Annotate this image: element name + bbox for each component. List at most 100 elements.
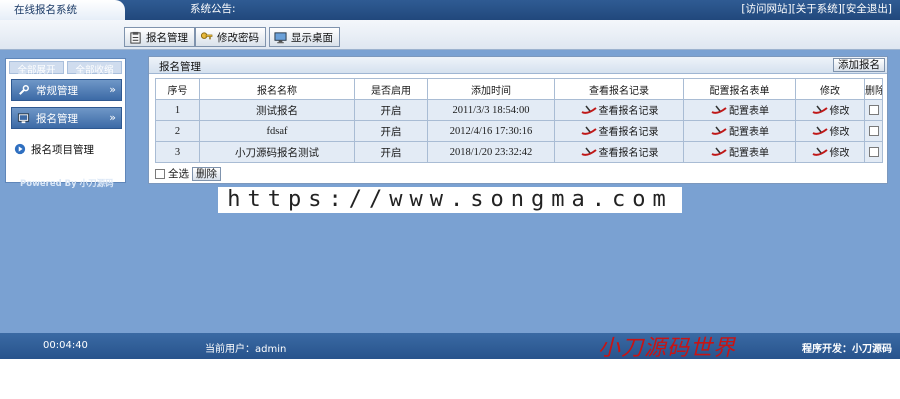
- expand-all-button[interactable]: 全部展开: [9, 61, 64, 76]
- registration-table: 序号 报名名称 是否启用 添加时间 查看报名记录 配置报名表单 修改 删除 1 …: [155, 78, 883, 163]
- play-circle-icon: [14, 143, 26, 155]
- sidebar-item-project-manage[interactable]: 报名项目管理: [6, 138, 125, 160]
- pen-icon: [811, 126, 828, 136]
- sidebar-top-buttons: 全部展开 全部收缩: [6, 59, 125, 76]
- about-system-link[interactable]: [关于系统]: [792, 3, 842, 15]
- delete-checkbox[interactable]: [868, 126, 879, 137]
- collapse-all-button[interactable]: 全部收缩: [67, 61, 122, 76]
- view-records-link[interactable]: 查看报名记录: [580, 123, 659, 138]
- add-registration-button[interactable]: 添加报名: [833, 58, 885, 72]
- column-header: 删除: [864, 78, 883, 100]
- panel-title: 报名管理: [159, 61, 201, 73]
- watermark-url: https://www.songma.com: [218, 187, 682, 213]
- pen-icon: [711, 147, 727, 157]
- delete-checkbox[interactable]: [868, 147, 879, 158]
- row-number: 2: [155, 120, 200, 142]
- pen-icon: [811, 105, 828, 115]
- change-password-button[interactable]: 修改密码: [195, 27, 266, 47]
- added-time: 2018/1/20 23:32:42: [427, 141, 555, 163]
- edit-label: 修改: [829, 126, 850, 138]
- column-header: 添加时间: [427, 78, 555, 100]
- config-form-link[interactable]: 配置表单: [710, 144, 769, 159]
- sidebar-menu-registration-label: 报名管理: [36, 112, 78, 125]
- app-window: 在线报名系统 系统公告: [访问网站][关于系统][安全退出] 报名管理 修改密…: [0, 0, 900, 399]
- top-links: [访问网站][关于系统][安全退出]: [741, 0, 892, 18]
- sidebar: 全部展开 全部收缩 常规管理 » 报名管理 » 报名项目管理: [5, 58, 126, 183]
- edit-link[interactable]: 修改: [811, 102, 850, 117]
- column-header: 序号: [155, 78, 200, 100]
- config-form-link[interactable]: 配置表单: [710, 123, 769, 138]
- sidebar-menu-general[interactable]: 常规管理 »: [11, 79, 122, 101]
- column-header: 修改: [795, 78, 865, 100]
- sidebar-item-project-manage-label: 报名项目管理: [31, 143, 94, 156]
- clipboard-icon: [130, 31, 141, 44]
- edit-label: 修改: [829, 147, 850, 159]
- enabled-status: 开启: [354, 99, 428, 121]
- registration-manage-label: 报名管理: [146, 31, 188, 44]
- table-row: 2 fdsaf 开启 2012/4/16 17:30:16 查看报名记录 配置表…: [155, 120, 883, 142]
- pen-icon: [580, 126, 597, 136]
- powered-by-text: Powered By 小刀源码: [20, 179, 114, 189]
- config-form-label: 配置表单: [729, 147, 769, 159]
- top-bar: 在线报名系统 系统公告: [访问网站][关于系统][安全退出]: [0, 0, 900, 20]
- chevron-double-right-icon: »: [109, 83, 116, 96]
- added-time: 2011/3/3 18:54:00: [427, 99, 555, 121]
- select-all-label: 全选: [168, 168, 189, 180]
- config-form-label: 配置表单: [729, 105, 769, 117]
- toolbar: 报名管理 修改密码 显示桌面: [0, 20, 900, 50]
- chevron-double-right-icon: »: [109, 111, 116, 124]
- developer-credit: 程序开发：小刀源码: [802, 344, 892, 355]
- registration-name: 小刀源码报名测试: [199, 141, 355, 163]
- edit-label: 修改: [829, 105, 850, 117]
- view-records-label: 查看报名记录: [598, 147, 659, 159]
- wrench-icon: [16, 83, 30, 97]
- registration-name: 测试报名: [199, 99, 355, 121]
- change-password-label: 修改密码: [217, 31, 259, 44]
- logout-link[interactable]: [安全退出]: [842, 3, 892, 15]
- panel-header: 报名管理 添加报名: [149, 57, 887, 74]
- row-number: 3: [155, 141, 200, 163]
- show-desktop-button[interactable]: 显示桌面: [269, 27, 340, 47]
- edit-link[interactable]: 修改: [811, 144, 850, 159]
- visit-site-link[interactable]: [访问网站]: [741, 3, 791, 15]
- pen-icon: [711, 126, 727, 136]
- column-header: 配置报名表单: [683, 78, 796, 100]
- registration-name: fdsaf: [199, 120, 355, 142]
- view-records-label: 查看报名记录: [598, 105, 659, 117]
- desktop-icon: [274, 31, 287, 43]
- table-header-row: 序号 报名名称 是否启用 添加时间 查看报名记录 配置报名表单 修改 删除: [155, 78, 883, 100]
- registration-manage-button[interactable]: 报名管理: [124, 27, 195, 47]
- key-icon: [200, 31, 213, 39]
- enabled-status: 开启: [354, 141, 428, 163]
- select-all-checkbox[interactable]: [155, 168, 165, 179]
- registration-panel: 报名管理 添加报名 序号 报名名称 是否启用 添加时间 查看报名记录 配置报名表…: [148, 56, 888, 184]
- pen-icon: [580, 147, 597, 157]
- table-footer-actions: 全选 删除: [155, 166, 221, 181]
- status-bar: 00:04:40 当前用户：admin 小刀源码世界 程序开发：小刀源码: [0, 333, 900, 361]
- app-title-tab[interactable]: 在线报名系统: [0, 0, 125, 20]
- brand-watermark: 小刀源码世界: [598, 336, 737, 361]
- delete-checkbox[interactable]: [868, 105, 879, 116]
- pen-icon: [580, 105, 597, 115]
- system-notice-label: 系统公告:: [190, 3, 236, 15]
- column-header: 是否启用: [354, 78, 428, 100]
- edit-link[interactable]: 修改: [811, 123, 850, 138]
- enabled-status: 开启: [354, 120, 428, 142]
- pen-icon: [811, 147, 828, 157]
- sidebar-menu-general-label: 常规管理: [36, 84, 78, 97]
- clock: 00:04:40: [43, 340, 88, 351]
- monitor-icon: [16, 111, 30, 125]
- column-header: 报名名称: [199, 78, 355, 100]
- delete-button[interactable]: 删除: [192, 166, 221, 181]
- column-header: 查看报名记录: [554, 78, 684, 100]
- view-records-link[interactable]: 查看报名记录: [580, 102, 659, 117]
- current-user: 当前用户：admin: [205, 344, 287, 355]
- view-records-link[interactable]: 查看报名记录: [580, 144, 659, 159]
- added-time: 2012/4/16 17:30:16: [427, 120, 555, 142]
- config-form-link[interactable]: 配置表单: [710, 102, 769, 117]
- sidebar-menu-registration[interactable]: 报名管理 »: [11, 107, 122, 129]
- table-row: 3 小刀源码报名测试 开启 2018/1/20 23:32:42 查看报名记录 …: [155, 141, 883, 163]
- row-number: 1: [155, 99, 200, 121]
- show-desktop-label: 显示桌面: [291, 31, 333, 44]
- pen-icon: [711, 105, 727, 115]
